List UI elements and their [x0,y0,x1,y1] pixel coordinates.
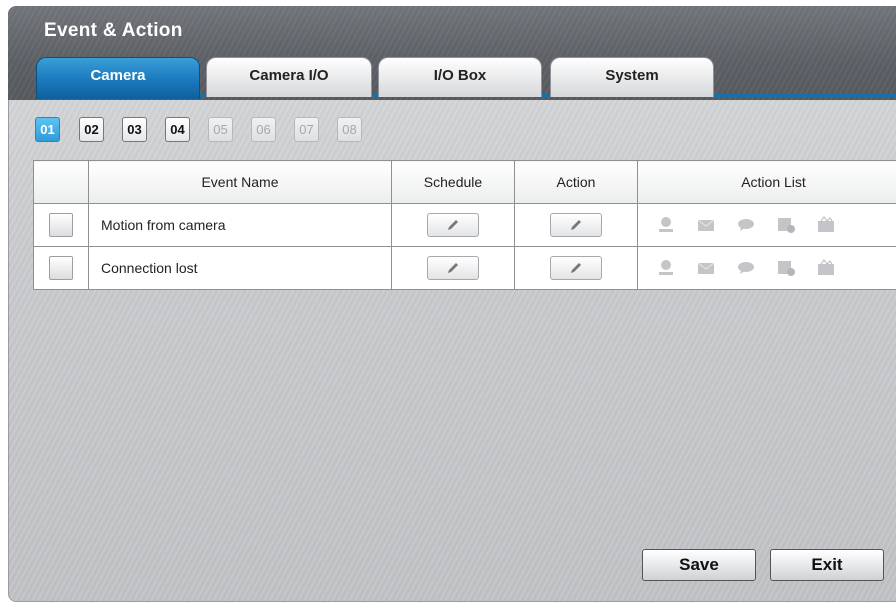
action-cell [515,204,638,247]
action-list-cell [638,204,896,247]
tab-camera-io[interactable]: Camera I/O [206,57,372,97]
table-row: Motion from camera [34,204,896,247]
pencil-icon [446,218,460,232]
column-header-select [34,161,89,204]
column-header-action-list: Action List [638,161,896,204]
tab-label: I/O Box [434,67,487,84]
ftp-icon [775,258,797,278]
event-action-panel: Event & Action Camera Camera I/O I/O Box… [8,6,896,602]
channel-button-01[interactable]: 01 [35,117,60,142]
channel-button-03[interactable]: 03 [122,117,147,142]
tab-label: System [605,67,658,84]
channel-button-02[interactable]: 02 [79,117,104,142]
channel-button-06: 06 [251,117,276,142]
save-button[interactable]: Save [642,549,756,581]
ftp-icon [775,215,797,235]
message-icon [735,215,757,235]
event-name-cell: Connection lost [89,247,392,290]
tab-camera[interactable]: Camera [36,57,200,99]
pencil-icon [569,218,583,232]
event-name-cell: Motion from camera [89,204,392,247]
pencil-icon [446,261,460,275]
exit-button[interactable]: Exit [770,549,884,581]
column-header-action: Action [515,161,638,204]
channel-button-05: 05 [208,117,233,142]
alarm-output-icon [815,258,837,278]
row-checkbox[interactable] [49,256,73,280]
message-icon [735,258,757,278]
action-edit-button[interactable] [550,213,602,237]
tab-label: Camera [90,67,145,84]
panel-header: Event & Action Camera Camera I/O I/O Box… [8,6,896,100]
schedule-cell [392,247,515,290]
table-header-row: Event Name Schedule Action Action List [34,161,896,204]
page-title: Event & Action [44,20,183,42]
schedule-edit-button[interactable] [427,213,479,237]
pencil-icon [569,261,583,275]
channel-button-04[interactable]: 04 [165,117,190,142]
event-table: Event Name Schedule Action Action List M… [33,160,896,290]
action-cell [515,247,638,290]
row-checkbox[interactable] [49,213,73,237]
column-header-event-name: Event Name [89,161,392,204]
tab-system[interactable]: System [550,57,714,97]
tab-label: Camera I/O [249,67,328,84]
email-icon [695,215,717,235]
row-select-cell [34,247,89,290]
row-select-cell [34,204,89,247]
channel-button-07: 07 [294,117,319,142]
record-icon [655,258,677,278]
email-icon [695,258,717,278]
action-list-cell [638,247,896,290]
schedule-edit-button[interactable] [427,256,479,280]
schedule-cell [392,204,515,247]
record-icon [655,215,677,235]
action-edit-button[interactable] [550,256,602,280]
channel-button-08: 08 [337,117,362,142]
table-row: Connection lost [34,247,896,290]
tab-io-box[interactable]: I/O Box [378,57,542,97]
column-header-schedule: Schedule [392,161,515,204]
alarm-output-icon [815,215,837,235]
